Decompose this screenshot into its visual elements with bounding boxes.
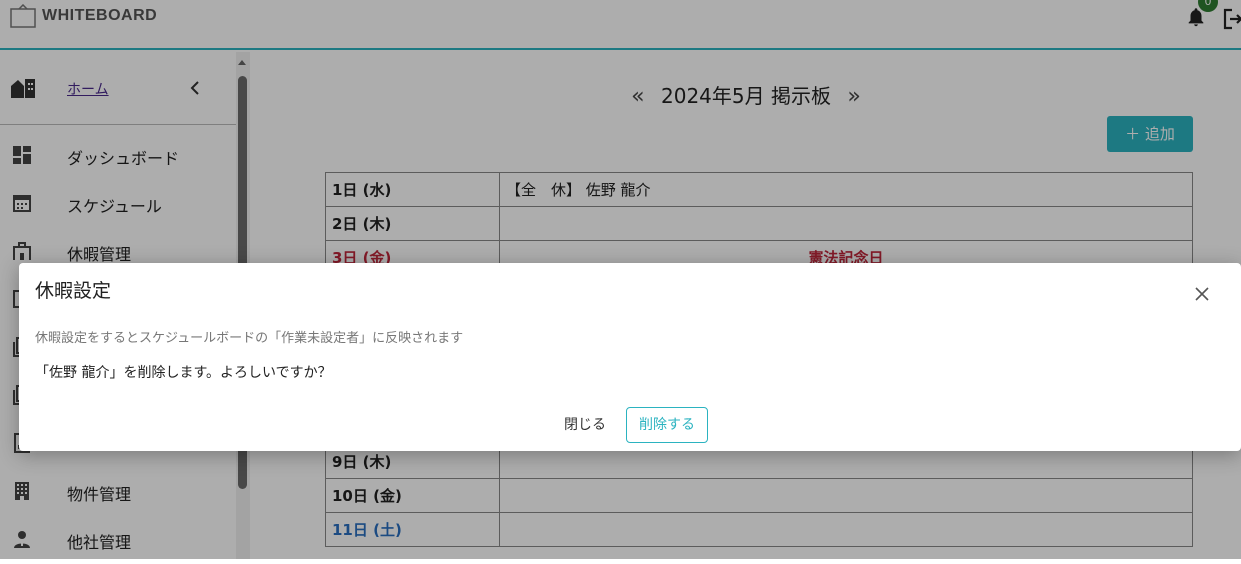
vacation-settings-dialog: 休暇設定 休暇設定をするとスケジュールボードの「作業未設定者」に反映されます 「…	[19, 263, 1241, 451]
close-button[interactable]: 閉じる	[555, 407, 615, 443]
dialog-message: 「佐野 龍介」を削除します。よろしいですか？	[35, 365, 332, 381]
dialog-description: 休暇設定をするとスケジュールボードの「作業未設定者」に反映されます	[35, 331, 464, 346]
delete-button[interactable]: 削除する	[626, 407, 708, 443]
close-icon[interactable]	[1195, 287, 1209, 301]
dialog-title: 休暇設定	[35, 280, 112, 302]
